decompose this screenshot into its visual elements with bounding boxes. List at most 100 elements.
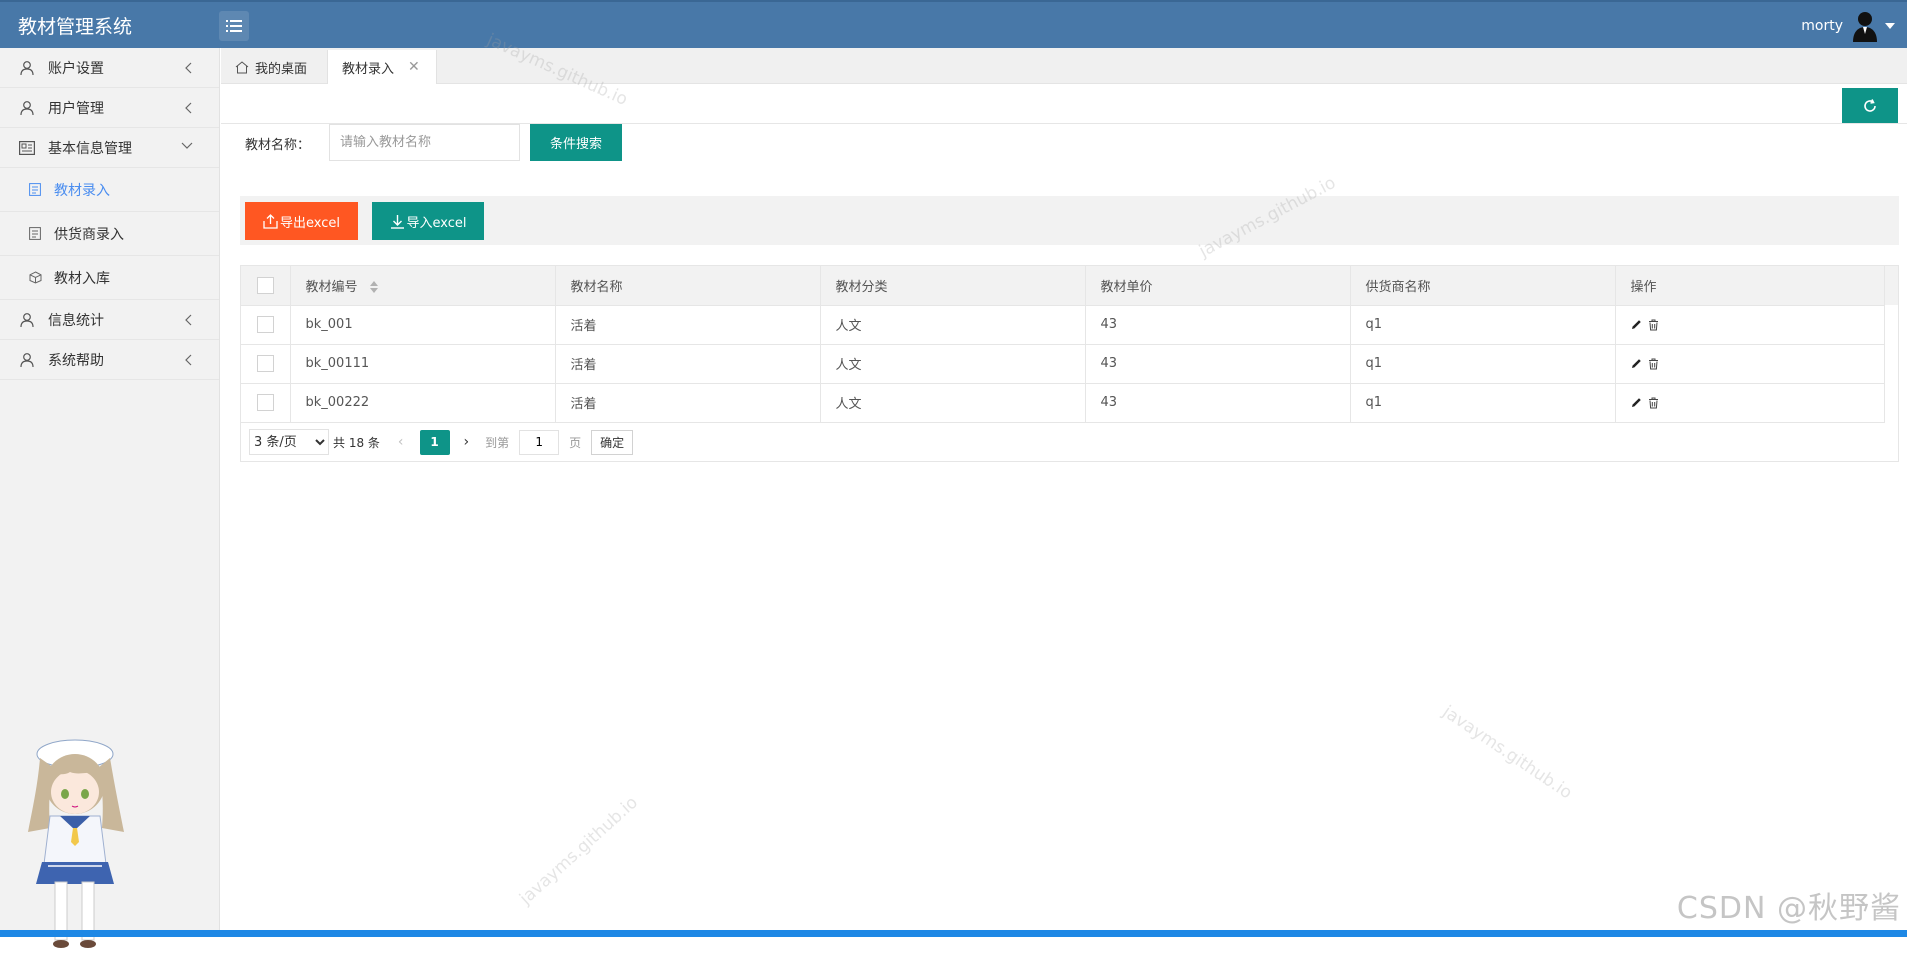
watermark: javayms.github.io [1438, 702, 1576, 804]
cell-supplier: q1 [1350, 344, 1616, 384]
table-row: bk_00222 活着 人文 43 q1 [241, 383, 1885, 423]
textbook-table: 教材编号 教材名称 教材分类 教材单价 供货商名称 操作 bk_001 活着 人… [240, 265, 1899, 462]
column-header-code[interactable]: 教材编号 [290, 266, 556, 306]
sidebar-subitem-label: 教材录入 [54, 182, 110, 199]
edit-icon[interactable] [1631, 319, 1642, 330]
menu-toggle-button[interactable] [219, 11, 249, 41]
tab-my-desktop[interactable]: 我的桌面 [221, 50, 327, 84]
cell-name: 活着 [555, 344, 821, 384]
chevron-left-icon [185, 314, 192, 326]
sidebar-subitem-label: 教材入库 [54, 270, 110, 287]
download-icon [390, 214, 404, 229]
column-header-actions: 操作 [1615, 266, 1885, 306]
page-button-current[interactable]: 1 [419, 429, 450, 455]
chevron-right-icon[interactable]: › [464, 434, 470, 450]
cell-supplier: q1 [1350, 383, 1616, 423]
watermark: javayms.github.io [516, 792, 643, 909]
refresh-icon [1864, 98, 1876, 112]
import-label: 导入excel [406, 215, 467, 231]
column-header-label: 教材编号 [305, 279, 358, 295]
sort-icon[interactable] [369, 281, 378, 294]
chevron-left-icon [185, 102, 192, 114]
user-icon [18, 99, 36, 117]
user-icon [18, 59, 36, 77]
chevron-left-icon [185, 354, 192, 366]
sidebar-item-label: 用户管理 [48, 100, 104, 117]
cell-name: 活着 [555, 305, 821, 345]
chevron-left-icon [185, 62, 192, 74]
sidebar-item-account-settings[interactable]: 账户设置 [0, 48, 219, 88]
address-card-icon [18, 139, 36, 157]
select-all-checkbox[interactable] [256, 276, 274, 294]
sidebar: 账户设置 用户管理 基本信息管理 教材录入 供货商录入 教材入库 信息统计 系统… [0, 48, 220, 948]
search-label: 教材名称： [245, 138, 311, 153]
tab-label: 我的桌面 [255, 61, 308, 77]
sidebar-item-label: 基本信息管理 [48, 140, 132, 157]
export-label: 导出excel [280, 215, 340, 231]
delete-icon[interactable] [1648, 319, 1659, 331]
sidebar-item-label: 信息统计 [48, 312, 104, 329]
table-row: bk_00111 活着 人文 43 q1 [241, 344, 1885, 384]
row-checkbox[interactable] [256, 394, 274, 411]
row-select-cell [241, 383, 291, 423]
user-menu[interactable]: morty [1801, 10, 1895, 42]
export-excel-button[interactable]: 导出excel [245, 202, 358, 240]
delete-icon[interactable] [1648, 397, 1659, 409]
page-unit-label: 页 [569, 435, 582, 450]
sidebar-subitem-textbook-stock-in[interactable]: 教材入库 [0, 256, 219, 300]
sidebar-item-statistics[interactable]: 信息统计 [0, 300, 219, 340]
row-select-cell [241, 344, 291, 384]
cell-category: 人文 [820, 383, 1086, 423]
sidebar-item-label: 系统帮助 [48, 352, 104, 369]
delete-icon[interactable] [1648, 358, 1659, 370]
sidebar-subitem-textbook-entry[interactable]: 教材录入 [0, 168, 219, 212]
tab-textbook-entry[interactable]: 教材录入 ✕ [327, 50, 437, 84]
column-header-name: 教材名称 [555, 266, 821, 306]
bottom-bar [0, 930, 1907, 937]
cell-name: 活着 [555, 383, 821, 423]
list-icon [226, 20, 242, 32]
textbook-name-input[interactable] [329, 124, 520, 161]
column-header-category: 教材分类 [820, 266, 1086, 306]
column-header-price: 教材单价 [1085, 266, 1351, 306]
sidebar-subitem-supplier-entry[interactable]: 供货商录入 [0, 212, 219, 256]
export-icon [263, 213, 278, 229]
edit-icon[interactable] [1631, 358, 1642, 369]
sidebar-subitem-label: 供货商录入 [54, 226, 124, 243]
goto-label: 到第 [485, 435, 510, 450]
cell-code: bk_00111 [290, 344, 556, 384]
search-button[interactable]: 条件搜索 [530, 124, 622, 161]
goto-confirm-button[interactable]: 确定 [591, 429, 634, 455]
refresh-button[interactable] [1842, 88, 1898, 123]
import-excel-button[interactable]: 导入excel [372, 202, 484, 240]
row-select-cell [241, 305, 291, 345]
cell-code: bk_00222 [290, 383, 556, 423]
chevron-down-icon [181, 142, 193, 149]
chevron-left-icon[interactable]: ‹ [398, 434, 404, 450]
table-row: bk_001 活着 人文 43 q1 [241, 305, 1885, 345]
table-scroll-gutter [1884, 266, 1898, 305]
sidebar-item-user-management[interactable]: 用户管理 [0, 88, 219, 128]
home-icon [235, 60, 249, 73]
row-checkbox[interactable] [256, 316, 274, 333]
edit-icon[interactable] [1631, 397, 1642, 408]
sidebar-item-label: 账户设置 [48, 60, 104, 77]
goto-page-input[interactable] [519, 429, 560, 455]
tab-label: 教材录入 [342, 61, 395, 77]
column-header-supplier: 供货商名称 [1350, 266, 1616, 306]
sidebar-item-basic-info[interactable]: 基本信息管理 [0, 128, 219, 168]
top-header: 教材管理系统 morty [0, 0, 1907, 48]
csdn-watermark: CSDN @秋野酱 [1676, 891, 1901, 926]
cell-price: 43 [1085, 383, 1351, 423]
cell-code: bk_001 [290, 305, 556, 345]
table-toolbar: 导出excel 导入excel [240, 196, 1899, 245]
avatar-icon [1853, 12, 1877, 42]
form-icon [28, 227, 42, 241]
page-size-select[interactable]: 3 条/页 [249, 429, 329, 455]
table-header-row: 教材编号 教材名称 教材分类 教材单价 供货商名称 操作 [241, 266, 1885, 306]
close-icon[interactable]: ✕ [408, 59, 420, 75]
sidebar-item-help[interactable]: 系统帮助 [0, 340, 219, 380]
chevron-down-icon [1885, 23, 1895, 29]
row-checkbox[interactable] [256, 355, 274, 372]
pagination: 3 条/页 共 18 条 ‹ 1 › 到第 页 确定 [249, 429, 634, 455]
